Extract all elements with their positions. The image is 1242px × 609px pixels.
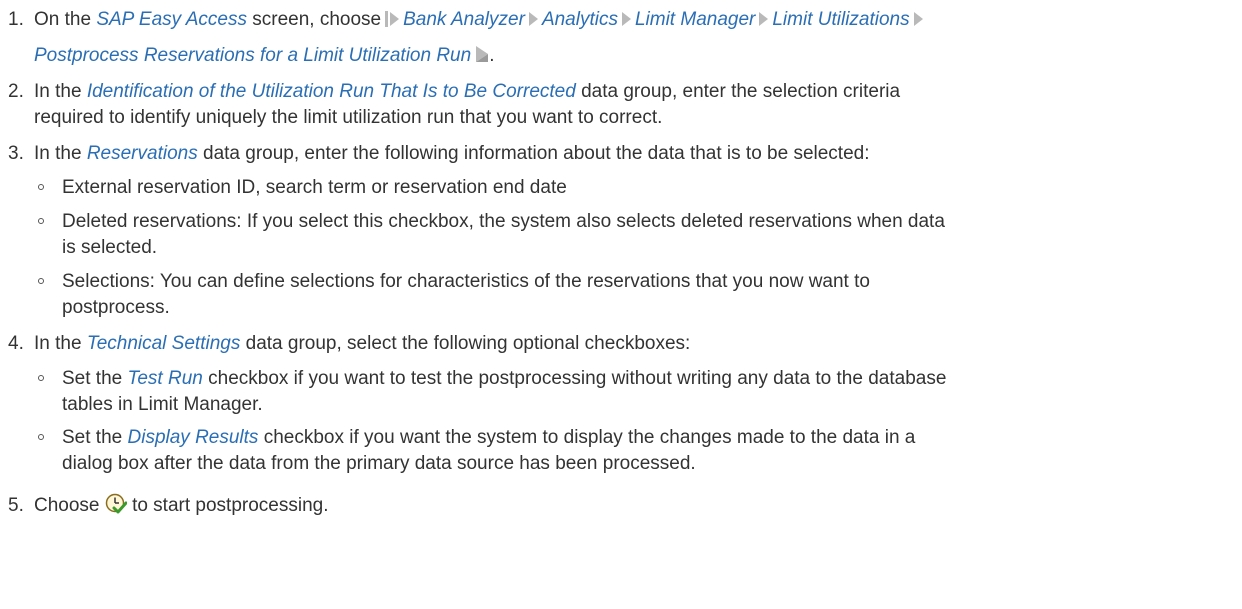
bullet-text-part: checkbox if you want the system to displ… (263, 427, 916, 448)
bullet-text-continued: dialog box after the data from the prima… (62, 453, 696, 474)
path-arrow-icon (390, 11, 400, 26)
step-text: . (489, 45, 495, 66)
bullet-text: External reservation ID, search term or … (62, 177, 567, 198)
bullet-text-continued: postprocess. (62, 297, 170, 318)
step-number: 3. (8, 143, 24, 164)
step-1-line-2: Postprocess Reservations for a Limit Uti… (34, 44, 494, 68)
step-5-line-1: Choose to start postprocessing. (34, 493, 329, 518)
step-text: screen, choose (252, 9, 382, 30)
bullet-text-continued: is selected. (62, 237, 158, 258)
path-arrow-icon (913, 11, 923, 26)
data-group-reservations[interactable]: Reservations (87, 143, 198, 164)
step-2-line-1: In the Identification of the Utilization… (34, 80, 900, 104)
bullet-text: Deleted reservations: If you select this… (62, 211, 945, 232)
step-text: data group, enter the following informat… (203, 143, 870, 164)
step-2-line-2: required to identify uniquely the limit … (34, 107, 663, 128)
path-item-limit-utilizations[interactable]: Limit Utilizations (772, 9, 909, 30)
document-page: 1. On the SAP Easy Access screen, choose… (0, 0, 1242, 609)
path-item-postprocess-reservations[interactable]: Postprocess Reservations for a Limit Uti… (34, 45, 471, 66)
bullet-icon (38, 184, 44, 190)
step-text: In the (34, 143, 82, 164)
step-text: data group, enter the selection criteria (581, 81, 901, 102)
bullet-text-continued: tables in Limit Manager. (62, 394, 263, 415)
bullet-text-part: Set the (62, 368, 123, 389)
path-item-limit-manager[interactable]: Limit Manager (635, 9, 755, 30)
test-run-checkbox-label[interactable]: Test Run (128, 368, 203, 389)
step-text: In the (34, 81, 82, 102)
step-text: data group, select the following optiona… (245, 333, 691, 354)
bullet-icon (38, 218, 44, 224)
path-arrow-icon (621, 11, 631, 26)
bullet-text: Set the Display Results checkbox if you … (62, 426, 915, 450)
path-start-icon (385, 10, 389, 27)
screen-name-link[interactable]: SAP Easy Access (96, 9, 247, 30)
step-text: In the (34, 333, 82, 354)
bullet-text-part: Set the (62, 427, 123, 448)
bullet-text: Set the Test Run checkbox if you want to… (62, 367, 946, 391)
step-text: Choose (34, 495, 100, 516)
step-number: 2. (8, 81, 24, 102)
path-item-analytics[interactable]: Analytics (542, 9, 618, 30)
execute-clock-icon[interactable] (105, 493, 127, 515)
step-text: On the (34, 9, 92, 30)
step-number: 1. (8, 9, 24, 30)
path-end-icon (476, 45, 489, 62)
step-number: 4. (8, 333, 24, 354)
data-group-technical-settings[interactable]: Technical Settings (87, 333, 241, 354)
path-arrow-icon (759, 11, 769, 26)
bullet-icon (38, 278, 44, 284)
bullet-text: Selections: You can define selections fo… (62, 271, 870, 292)
bullet-icon (38, 434, 44, 440)
bullet-text-part: checkbox if you want to test the postpro… (208, 368, 947, 389)
path-arrow-icon (528, 11, 538, 26)
step-text: to start postprocessing. (132, 495, 329, 516)
step-1-line-1: On the SAP Easy Access screen, choose Ban… (34, 8, 927, 32)
bullet-icon (38, 375, 44, 381)
data-group-identification[interactable]: Identification of the Utilization Run Th… (87, 81, 576, 102)
step-3-line-1: In the Reservations data group, enter th… (34, 142, 870, 166)
step-4-line-1: In the Technical Settings data group, se… (34, 332, 690, 356)
display-results-checkbox-label[interactable]: Display Results (128, 427, 259, 448)
path-item-bank-analyzer[interactable]: Bank Analyzer (403, 9, 525, 30)
step-number: 5. (8, 495, 24, 516)
